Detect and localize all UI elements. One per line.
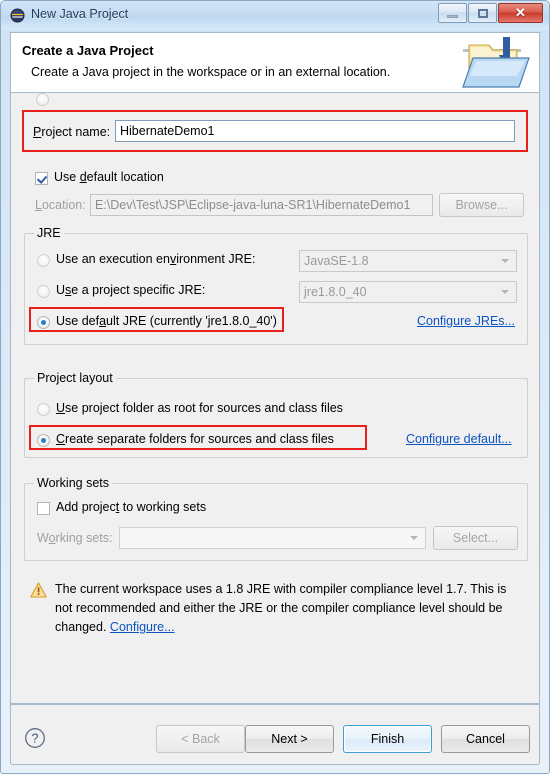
configure-jres-link[interactable]: Configure JREs... bbox=[417, 314, 515, 328]
layout-project-folder-radio[interactable] bbox=[37, 403, 50, 416]
jre-project-specific-radio[interactable] bbox=[37, 285, 50, 298]
finish-button[interactable]: Finish bbox=[343, 725, 432, 753]
project-layout-group: Project layout bbox=[24, 371, 528, 458]
dialog-header: Create a Java Project Create a Java proj… bbox=[10, 32, 540, 92]
jre-default-radio[interactable] bbox=[37, 316, 50, 329]
working-sets-combo bbox=[119, 527, 426, 549]
layout-separate-folders-label: Create separate folders for sources and … bbox=[56, 432, 334, 446]
chevron-down-icon bbox=[410, 536, 418, 540]
eclipse-icon bbox=[10, 8, 25, 23]
cancel-button[interactable]: Cancel bbox=[441, 725, 530, 753]
location-input: E:\Dev\Test\JSP\Eclipse-java-luna-SR1\Hi… bbox=[90, 194, 433, 216]
svg-text:?: ? bbox=[32, 732, 39, 746]
help-question-icon[interactable]: ? bbox=[24, 727, 46, 749]
browse-button: Browse... bbox=[439, 193, 524, 217]
use-default-location-label: Use default location bbox=[54, 170, 164, 184]
page-title: Create a Java Project bbox=[22, 43, 154, 58]
working-sets-group-title: Working sets bbox=[34, 476, 113, 490]
warning-message: The current workspace uses a 1.8 JRE wit… bbox=[55, 580, 521, 637]
warning-configure-link[interactable]: Configure... bbox=[110, 620, 175, 634]
working-sets-label: Working sets: bbox=[37, 531, 113, 545]
new-java-project-dialog: New Java Project ✕ Create a Java Project… bbox=[0, 0, 550, 774]
jre-project-specific-combo: jre1.8.0_40 bbox=[299, 281, 517, 303]
select-working-sets-button: Select... bbox=[433, 526, 518, 550]
java-project-folder-icon bbox=[462, 37, 530, 88]
configure-default-link[interactable]: Configure default... bbox=[406, 432, 512, 446]
add-project-to-working-sets-label: Add project to working sets bbox=[56, 500, 207, 514]
jre-execution-env-combo-value: JavaSE-1.8 bbox=[304, 254, 369, 268]
back-button: < Back bbox=[156, 725, 245, 753]
jre-execution-env-label: Use an execution environment JRE: bbox=[56, 252, 256, 266]
page-description: Create a Java project in the workspace o… bbox=[31, 65, 391, 79]
jre-execution-env-combo: JavaSE-1.8 bbox=[299, 250, 517, 272]
jre-project-specific-label: Use a project specific JRE: bbox=[56, 283, 206, 297]
jre-group-title: JRE bbox=[34, 226, 64, 240]
window-title: New Java Project bbox=[31, 7, 129, 21]
jre-project-specific-combo-value: jre1.8.0_40 bbox=[304, 285, 367, 299]
warning-triangle-icon bbox=[30, 582, 47, 598]
use-default-location-checkbox[interactable] bbox=[35, 172, 48, 185]
layout-project-folder-label: Use project folder as root for sources a… bbox=[56, 401, 343, 415]
close-button[interactable]: ✕ bbox=[498, 3, 543, 23]
next-button-label: Next > bbox=[271, 732, 308, 746]
project-name-input[interactable]: HibernateDemo1 bbox=[115, 120, 515, 142]
chevron-down-icon bbox=[501, 290, 509, 294]
add-project-to-working-sets-checkbox[interactable] bbox=[37, 502, 50, 515]
location-label: Location: bbox=[35, 198, 86, 212]
minimize-button[interactable] bbox=[438, 3, 467, 23]
chevron-down-icon bbox=[501, 259, 509, 263]
finish-button-label: Finish bbox=[370, 732, 405, 746]
project-layout-group-title: Project layout bbox=[34, 371, 116, 385]
next-button[interactable]: Next > bbox=[245, 725, 334, 753]
jre-default-label: Use default JRE (currently 'jre1.8.0_40'… bbox=[56, 314, 277, 328]
maximize-button[interactable] bbox=[468, 3, 497, 23]
project-name-label: Project name: bbox=[33, 125, 111, 139]
close-icon: ✕ bbox=[515, 5, 526, 20]
layout-separate-folders-radio[interactable] bbox=[37, 434, 50, 447]
jre-execution-env-radio[interactable] bbox=[37, 254, 50, 267]
title-bar: New Java Project ✕ bbox=[1, 1, 549, 30]
